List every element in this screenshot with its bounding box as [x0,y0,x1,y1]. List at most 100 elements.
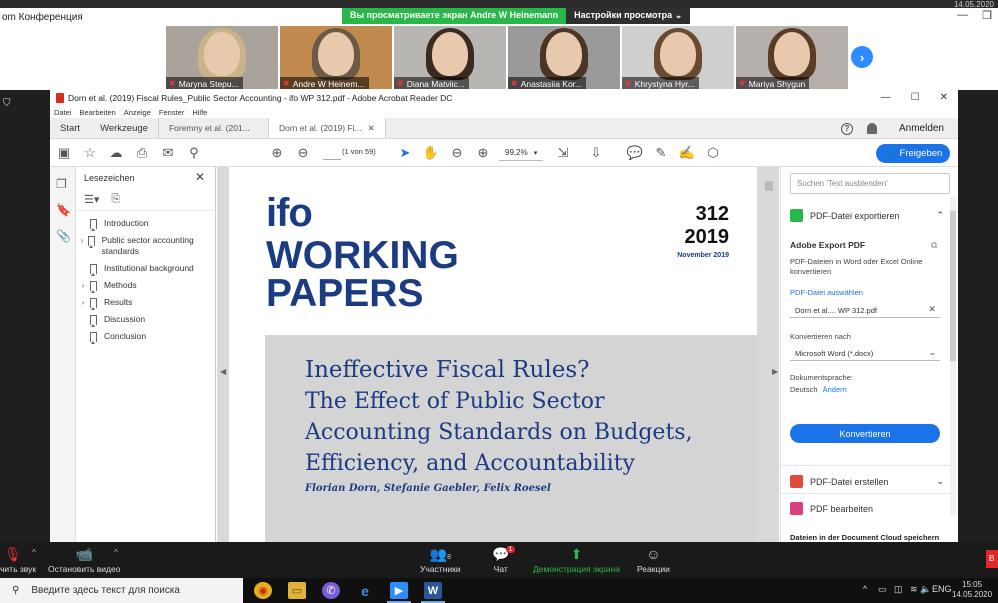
sign-icon[interactable]: ✍ [679,145,695,161]
bookmark-item[interactable]: › Public sector accounting standards [76,232,215,260]
scrollbar-thumb[interactable] [950,211,956,361]
bookmark-item[interactable]: › Methods [76,277,215,294]
participant-tile[interactable]: ✖ Maryna Stepu... [166,26,278,89]
page-down-icon[interactable]: ⊖ [295,145,311,161]
close-icon[interactable]: ✕ [940,92,948,103]
select-cursor-icon[interactable]: ➤ [397,145,413,161]
chrome-icon[interactable]: ◉ [254,582,272,599]
battery-icon[interactable]: ▭ [878,584,887,595]
participants-button[interactable]: 👥8 Участники [420,546,461,574]
share-button[interactable]: 👤 Freigeben [876,144,950,163]
video-options-caret[interactable]: ^ [114,548,118,557]
page-number-input[interactable] [323,147,341,160]
print-icon[interactable]: ⎙ [134,145,150,161]
bell-icon[interactable] [866,123,877,134]
collapse-right-icon[interactable]: ▶ [772,367,778,376]
taskbar-search-box[interactable]: ⚲ Введите здесь текст для поиска [0,578,243,603]
edge-icon[interactable]: e [356,582,374,599]
comment-icon[interactable]: 💬 [627,145,643,161]
convert-format-select[interactable]: Microsoft Word (*.docx) ⌄ [790,345,940,361]
zoom-in-icon[interactable]: ⊕ [475,145,491,161]
copy-icon[interactable]: ⧉ [931,240,937,251]
add-bookmark-icon[interactable]: ⎘ [111,193,120,206]
highlight-pen-icon[interactable]: ✎ [653,145,669,161]
close-tab-icon[interactable]: ✕ [368,123,375,134]
minimize-icon[interactable]: — [957,9,968,22]
scroll-mode-icon[interactable]: ⇩ [588,145,604,161]
word-icon[interactable]: W [421,582,445,603]
mail-icon[interactable]: ✉ [160,145,176,161]
participant-tile[interactable]: ✖ Khrystyna Hyr... [622,26,734,89]
star-icon[interactable]: ☆ [82,145,98,161]
tab-tools[interactable]: Werkzeuge [90,118,158,138]
chevron-right-icon[interactable]: › [76,235,88,246]
restore-icon[interactable]: ❐ [982,9,992,22]
convert-button[interactable]: Konvertieren [790,424,940,443]
options-menu-icon[interactable]: ☰▾ [84,193,99,206]
stop-video-button[interactable]: 📹 Остановить видео [48,546,120,574]
share-screen-button[interactable]: ⬆ Демонстрация экрана [533,546,620,574]
page-up-icon[interactable]: ⊕ [269,145,285,161]
bookmark-item[interactable]: › Results [76,294,215,311]
language-indicator[interactable]: ENG [932,584,952,594]
zoom-level-select[interactable]: 99,2% ▾ [499,145,543,161]
hand-tool-icon[interactable]: ✋ [423,145,439,161]
participant-tile[interactable]: ✖ Mariya Shygun [736,26,848,89]
zoom-out-icon[interactable]: ⊖ [449,145,465,161]
unmute-button[interactable]: 🎙 чить звук [0,546,36,574]
participant-tile[interactable]: ✖ Anastasiia Kor... [508,26,620,89]
bookmark-icon[interactable]: 🔖 [56,203,71,217]
change-language-link[interactable]: Ändern [823,385,847,394]
bookmark-item[interactable]: Introduction [76,215,215,232]
tools-search-input[interactable]: Suchen 'Text ausblenden' [790,173,950,194]
chevron-right-icon[interactable]: › [76,297,90,308]
attachment-icon[interactable]: 📎 [56,229,71,243]
tab-document-foremny[interactable]: Foremny et al. (201... [157,118,268,138]
close-icon[interactable]: ✕ [195,170,205,184]
participant-tile[interactable]: ✖ Diana Matviic... [394,26,506,89]
login-button[interactable]: Anmelden [899,123,944,134]
bookmark-item[interactable]: Discussion [76,311,215,328]
audio-options-caret[interactable]: ^ [32,548,36,557]
leave-meeting-button[interactable]: В [986,550,998,568]
zoom-app-icon[interactable]: ▶ [387,582,411,603]
wifi-icon[interactable]: ≋ [910,584,918,595]
network-icon[interactable]: ◫ [894,584,903,595]
bookmark-item[interactable]: Conclusion [76,328,215,345]
tools-panel-scrollbar[interactable] [950,197,956,515]
maximize-icon[interactable]: ☐ [911,92,920,103]
view-settings-button[interactable]: Настройки просмотра ⌄ [566,8,691,24]
collapse-left-icon[interactable]: ◀ [220,367,226,376]
search-icon[interactable]: ⚲ [186,145,202,161]
menu-item-hilfe[interactable]: Hilfe [192,108,207,117]
menu-item-bearbeiten[interactable]: Bearbeiten [80,108,116,117]
create-pdf-section[interactable]: PDF-Datei erstellen ⌄ [790,475,950,488]
document-scrollbar[interactable] [765,171,773,537]
volume-icon[interactable]: 🔈 [920,584,931,595]
chat-button[interactable]: 💬 1 Чат [492,546,516,574]
pages-icon[interactable]: ❐ [56,177,69,191]
fit-page-icon[interactable]: ⇲ [555,145,571,161]
tray-chevron-up-icon[interactable]: ^ [863,584,867,594]
edit-pdf-item[interactable]: PDF bearbeiten [790,502,950,515]
chevron-right-icon[interactable]: › [76,280,90,291]
bookmark-item[interactable]: Institutional background [76,260,215,277]
reactions-button[interactable]: ☺ Реакции [637,546,670,574]
save-icon[interactable]: ▣ [56,145,72,161]
participant-tile[interactable]: ✖ Andre W Heinem... [280,26,392,89]
selected-file-field[interactable]: Dorn et al.... WP 312.pdf ✕ [790,302,940,318]
tab-document-dorn[interactable]: Dorn et al. (2019) Fi... ✕ [267,118,386,138]
file-explorer-icon[interactable]: ▭ [288,582,306,599]
minimize-icon[interactable]: — [881,92,891,103]
upload-cloud-icon[interactable]: ☁ [108,145,124,161]
export-pdf-section-header[interactable]: PDF-Datei exportieren ⌃ [790,209,950,222]
next-page-button[interactable]: › [851,46,873,68]
menu-item-anzeige[interactable]: Anzeige [124,108,151,117]
taskbar-clock[interactable]: 15:05 14.05.2020 [952,580,992,600]
clear-file-icon[interactable]: ✕ [928,304,936,315]
viber-icon[interactable]: ✆ [322,582,340,599]
more-tools-icon[interactable]: ⬡ [705,145,721,161]
help-icon[interactable]: ? [840,122,853,135]
menu-item-datei[interactable]: Datei [54,108,72,117]
tab-start[interactable]: Start [50,118,90,138]
